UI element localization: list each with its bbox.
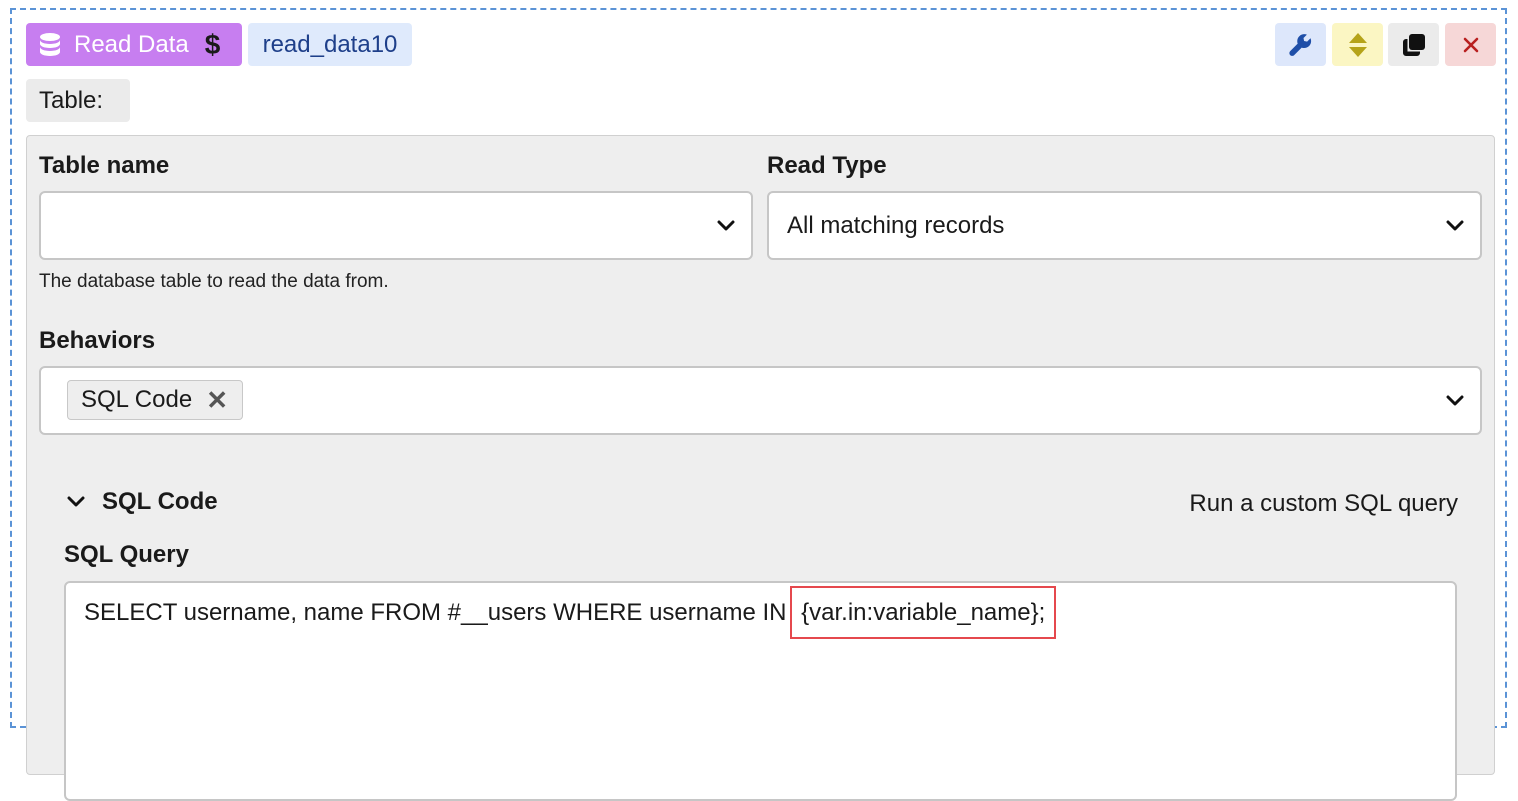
chevron-down-icon [1446, 220, 1464, 230]
table-name-select[interactable] [39, 191, 753, 260]
reorder-button[interactable] [1332, 23, 1383, 66]
database-icon [40, 32, 60, 56]
action-type-label: Read Data [74, 30, 189, 58]
action-type-tag[interactable]: Read Data $ [26, 23, 242, 66]
settings-panel: Table name The database table to read th… [26, 135, 1495, 801]
table-name-label: Table name [39, 152, 170, 179]
sql-query-highlight: {var.in:variable_name}; [790, 586, 1057, 639]
reorder-icon [1348, 32, 1367, 57]
settings-button[interactable] [1275, 23, 1326, 66]
read-data-block: Read Data $ read_data10 Table: Table nam… [10, 8, 1507, 801]
chip-remove-icon[interactable]: ✕ [206, 385, 228, 416]
sql-query-text: SELECT username, name FROM #__users WHER… [84, 599, 794, 626]
table-name-help: The database table to read the data from… [39, 271, 389, 292]
behaviors-label: Behaviors [39, 327, 156, 354]
sql-query-line: SELECT username, name FROM #__users WHER… [84, 586, 1437, 639]
close-icon [1463, 37, 1478, 52]
sql-query-label: SQL Query [64, 541, 189, 568]
chevron-down-icon [67, 496, 85, 507]
copy-button[interactable] [1388, 23, 1439, 66]
table-section-label: Table: [26, 79, 130, 122]
remove-button[interactable] [1445, 23, 1496, 66]
read-type-select[interactable]: All matching records [767, 191, 1482, 260]
read-type-value: All matching records [787, 211, 1005, 239]
chevron-down-icon [1446, 395, 1464, 405]
sql-code-section-title: SQL Code [102, 488, 218, 515]
behaviors-select[interactable]: SQL Code ✕ [39, 366, 1482, 435]
copy-icon [1402, 33, 1425, 56]
sql-code-section-toggle[interactable]: SQL Code [67, 488, 218, 516]
wrench-icon [1288, 33, 1311, 56]
sql-query-textarea[interactable]: SELECT username, name FROM #__users WHER… [64, 581, 1457, 801]
sql-code-section-description: Run a custom SQL query [1189, 490, 1458, 517]
chevron-down-icon [717, 220, 735, 230]
block-name-tag[interactable]: read_data10 [248, 23, 412, 66]
behavior-chip-label: SQL Code [81, 386, 193, 413]
behavior-chip-sql-code[interactable]: SQL Code ✕ [67, 380, 243, 420]
read-type-label: Read Type [767, 152, 887, 179]
dollar-icon: $ [204, 28, 221, 60]
